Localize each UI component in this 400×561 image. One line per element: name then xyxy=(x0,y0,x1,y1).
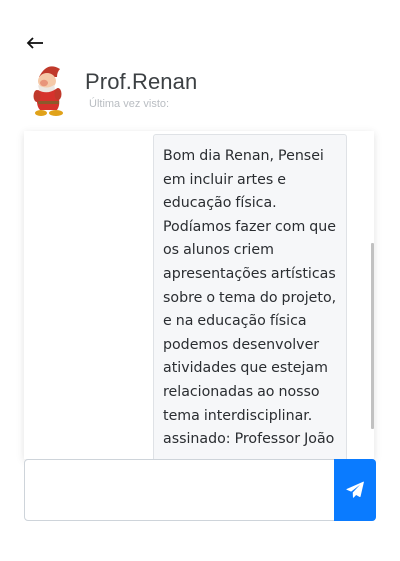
send-button[interactable] xyxy=(334,459,376,521)
dwarf-avatar-icon xyxy=(33,66,63,116)
message-input[interactable] xyxy=(26,461,332,519)
scrollbar-thumb[interactable] xyxy=(371,243,374,429)
contact-name: Prof.Renan xyxy=(85,69,198,94)
chat-header: Prof.Renan Última vez visto: xyxy=(27,63,367,123)
message-bubble: Bom dia Renan, Pensei em incluir artes e… xyxy=(153,134,347,459)
message-composer xyxy=(24,459,376,521)
back-button[interactable] xyxy=(25,33,47,53)
arrow-left-icon xyxy=(26,37,43,49)
last-seen-status: Última vez visto: xyxy=(89,98,170,110)
message-list[interactable]: Bom dia Renan, Pensei em incluir artes e… xyxy=(24,131,374,459)
paper-plane-icon xyxy=(346,481,364,498)
message-text: Bom dia Renan, Pensei em incluir artes e… xyxy=(163,148,337,448)
avatar[interactable] xyxy=(27,63,73,119)
